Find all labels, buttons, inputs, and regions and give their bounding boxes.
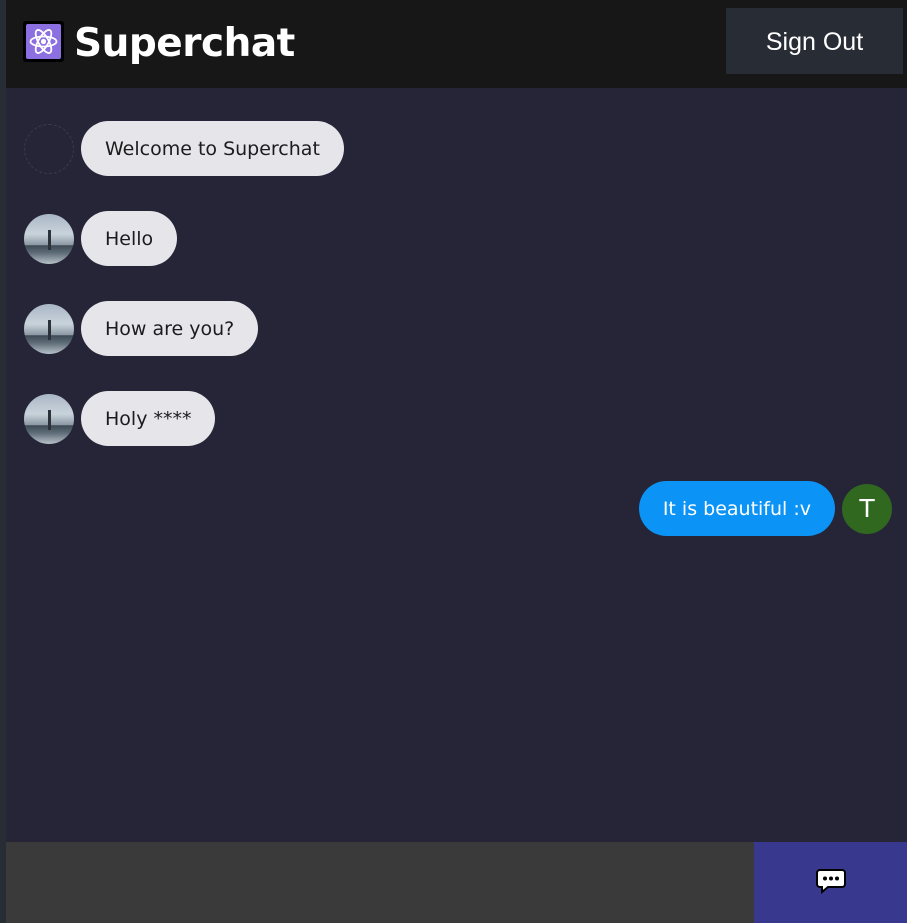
message-received: Holy **** (24, 391, 216, 446)
message-received: Hello (24, 211, 178, 266)
avatar (24, 303, 74, 354)
message-input[interactable] (6, 842, 754, 923)
message-received: How are you? (24, 301, 259, 356)
avatar (24, 123, 74, 174)
message-bubble: It is beautiful :v (638, 481, 835, 536)
chat-room[interactable]: Welcome to Superchat Hello How are you? … (6, 88, 907, 842)
app-title: Superchat (74, 21, 295, 66)
message-bubble: How are you? (81, 301, 259, 356)
sign-out-button[interactable]: Sign Out (726, 8, 903, 74)
avatar (24, 393, 74, 444)
chat-bubble-icon (815, 868, 846, 897)
send-button[interactable] (754, 842, 907, 923)
message-bubble: Welcome to Superchat (81, 121, 344, 176)
avatar: T (842, 483, 892, 534)
message-received: Welcome to Superchat (24, 121, 344, 176)
app-header: Superchat Sign Out (6, 0, 907, 88)
logo (23, 21, 64, 62)
avatar (24, 213, 74, 264)
message-bubble: Holy **** (81, 391, 216, 446)
app-root: Superchat Sign Out Welcome to Superchat … (6, 0, 907, 923)
message-form (6, 842, 907, 923)
atom-icon (26, 24, 61, 59)
message-bubble: Hello (81, 211, 178, 266)
message-sent: T It is beautiful :v (638, 481, 892, 536)
